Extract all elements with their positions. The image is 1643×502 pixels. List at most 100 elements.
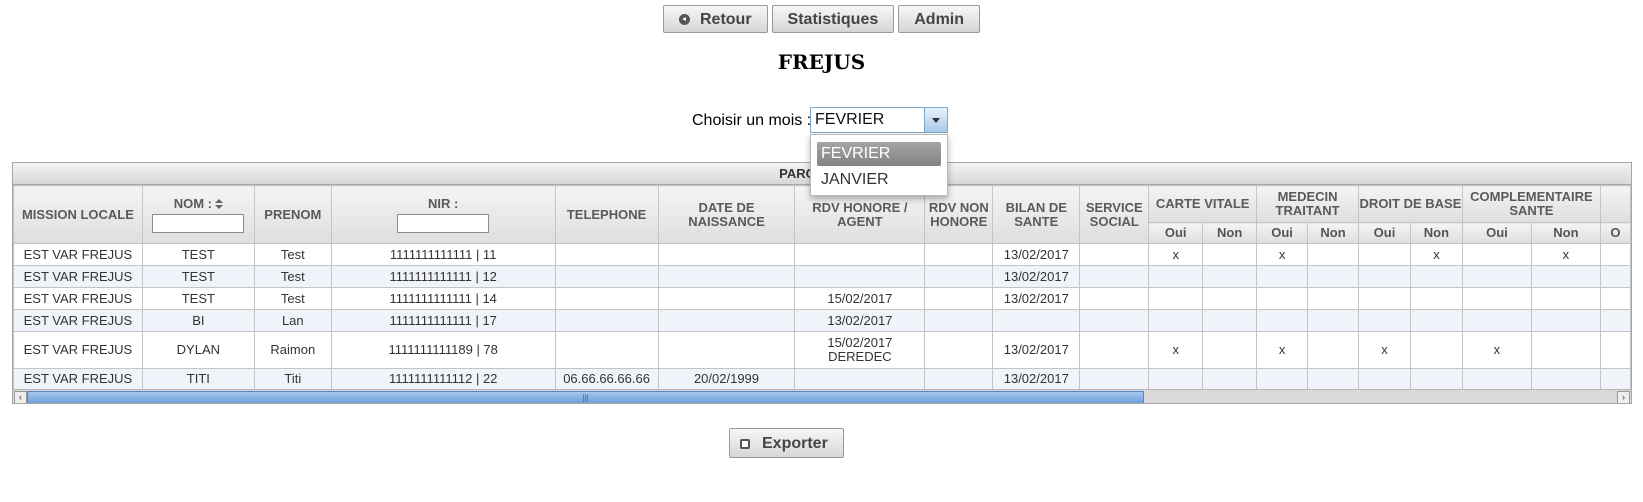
cell-prenom: Test (253, 287, 332, 310)
cell-carte-vitale-oui (1148, 265, 1204, 288)
col-header-service-social: SERVICE SOCIAL (1079, 185, 1150, 244)
col-header-complementaire-sante: COMPLEMENTAIRE SANTE (1461, 185, 1601, 223)
cell-complementaire-sante-non (1530, 368, 1601, 390)
cell-next (1599, 368, 1631, 390)
export-icon (740, 439, 750, 449)
nom-header-label: NOM : (173, 195, 212, 211)
chevron-down-icon[interactable] (924, 108, 947, 132)
cell-medecin-traitant-oui (1256, 287, 1309, 310)
cell-next (1599, 243, 1631, 266)
table-row[interactable]: EST VAR FREJUS TEST Test 1111111111111 | 14… (13, 287, 1631, 310)
cell-nir: 1111111111189 | 78 (330, 331, 556, 369)
table-row[interactable]: EST VAR FREJUS TITI Titi 1111111111112 | 22… (13, 368, 1631, 390)
cell-complementaire-sante-non (1530, 331, 1601, 369)
cell-carte-vitale-oui: x (1148, 331, 1204, 369)
cell-nom: TITI (141, 368, 255, 390)
cell-telephone (554, 287, 659, 310)
table-row[interactable]: EST VAR FREJUS TEST Test 1111111111111 | 11… (13, 243, 1631, 266)
scroll-right-icon[interactable]: › (1617, 391, 1630, 403)
cell-service-social (1079, 265, 1150, 288)
sub-header-non: Non (1202, 222, 1258, 244)
cell-droit-base-non (1409, 265, 1463, 288)
cell-bilan-sante: 13/02/2017 (992, 331, 1081, 369)
export-label: Exporter (762, 435, 828, 452)
table-row[interactable]: EST VAR FREJUS BI Lan 1111111111111 | 17 13/… (13, 309, 1631, 332)
cell-complementaire-sante-non (1530, 309, 1601, 332)
cell-complementaire-sante-non (1530, 287, 1601, 310)
export-button[interactable]: Exporter (729, 428, 844, 458)
table-row[interactable]: EST VAR FREJUS DYLAN Raimon 1111111111189 |… (13, 331, 1631, 369)
cell-carte-vitale-oui: x (1148, 243, 1204, 266)
cell-complementaire-sante-oui (1461, 265, 1532, 288)
cell-mission-locale: EST VAR FREJUS (13, 368, 143, 390)
sort-icon[interactable] (214, 198, 223, 209)
cell-prenom: Raimon (253, 331, 332, 369)
page-title: FREJUS (777, 50, 866, 74)
cell-date-naissance: 20/02/1999 (657, 368, 796, 390)
cell-mission-locale: EST VAR FREJUS (13, 265, 143, 288)
cell-date-naissance (657, 243, 796, 266)
cell-service-social (1079, 331, 1150, 369)
cell-rdv-honore: 15/02/2017 (794, 287, 926, 310)
cell-medecin-traitant-non (1307, 243, 1360, 266)
cell-droit-base-non (1409, 368, 1463, 390)
cell-service-social (1079, 309, 1150, 332)
scroll-left-icon[interactable]: ‹ (14, 391, 27, 403)
col-header-next (1599, 185, 1631, 223)
admin-button[interactable]: Admin (898, 5, 981, 33)
cell-complementaire-sante-oui: x (1461, 331, 1532, 369)
cell-carte-vitale-non (1202, 287, 1258, 310)
cell-medecin-traitant-oui: x (1256, 243, 1309, 266)
sub-header-next: O (1599, 222, 1631, 244)
cell-rdv-honore (794, 265, 926, 288)
col-header-nom[interactable]: NOM : (141, 185, 255, 244)
statistiques-button[interactable]: Statistiques (771, 5, 895, 33)
table-row[interactable]: EST VAR FREJUS TEST Test 1111111111111 | 12… (13, 265, 1631, 288)
sub-header-oui: Oui (1256, 222, 1309, 244)
cell-nom: DYLAN (141, 331, 255, 369)
cell-next (1599, 331, 1631, 369)
cell-droit-base-non (1409, 309, 1463, 332)
cell-complementaire-sante-oui (1461, 287, 1532, 310)
col-header-date-naissance: DATE DE NAISSANCE (657, 185, 796, 244)
cell-telephone: 06.66.66.66.66 (554, 368, 659, 390)
cell-complementaire-sante-oui (1461, 368, 1532, 390)
col-header-telephone: TELEPHONE (554, 185, 659, 244)
cell-complementaire-sante-oui (1461, 243, 1532, 266)
cell-rdv-honore: 15/02/2017 DEREDEC (794, 331, 926, 369)
cell-nom: TEST (141, 265, 255, 288)
cell-nir: 1111111111111 | 11 (330, 243, 556, 266)
cell-bilan-sante: 13/02/2017 (992, 287, 1081, 310)
cell-rdv-non-honore (924, 368, 994, 390)
horizontal-scrollbar[interactable]: ‹ ||| › (13, 389, 1631, 403)
cell-rdv-non-honore (924, 265, 994, 288)
data-grid: PARCOURS S MISSION LOCALE NOM : PRENOM N… (12, 162, 1632, 404)
scroll-thumb[interactable]: ||| (27, 391, 1144, 403)
sub-header-oui: Oui (1461, 222, 1532, 244)
cell-prenom: Test (253, 265, 332, 288)
cell-rdv-honore (794, 368, 926, 390)
cell-nir: 1111111111112 | 22 (330, 368, 556, 390)
nom-filter-input[interactable] (152, 213, 245, 233)
cell-telephone (554, 331, 659, 369)
col-header-droit-base: DROIT DE BASE (1358, 185, 1463, 223)
grid-table: MISSION LOCALE NOM : PRENOM NIR : TELEPH… (13, 185, 1631, 390)
month-option-janvier[interactable]: JANVIER (817, 168, 941, 192)
month-combobox[interactable]: FEVRIER (810, 107, 948, 133)
cell-service-social (1079, 287, 1150, 310)
cell-mission-locale: EST VAR FREJUS (13, 331, 143, 369)
retour-button[interactable]: Retour (662, 5, 768, 33)
nir-filter-input[interactable] (397, 213, 490, 233)
cell-medecin-traitant-non (1307, 331, 1360, 369)
cell-mission-locale: EST VAR FREJUS (13, 287, 143, 310)
cell-carte-vitale-non (1202, 265, 1258, 288)
cell-complementaire-sante-non: x (1530, 243, 1601, 266)
cell-complementaire-sante-non (1530, 265, 1601, 288)
month-option-fevrier[interactable]: FEVRIER (817, 142, 941, 166)
cell-rdv-non-honore (924, 287, 994, 310)
cell-date-naissance (657, 287, 796, 310)
sub-header-oui: Oui (1358, 222, 1411, 244)
cell-telephone (554, 309, 659, 332)
cell-rdv-non-honore (924, 309, 994, 332)
cell-nir: 1111111111111 | 12 (330, 265, 556, 288)
